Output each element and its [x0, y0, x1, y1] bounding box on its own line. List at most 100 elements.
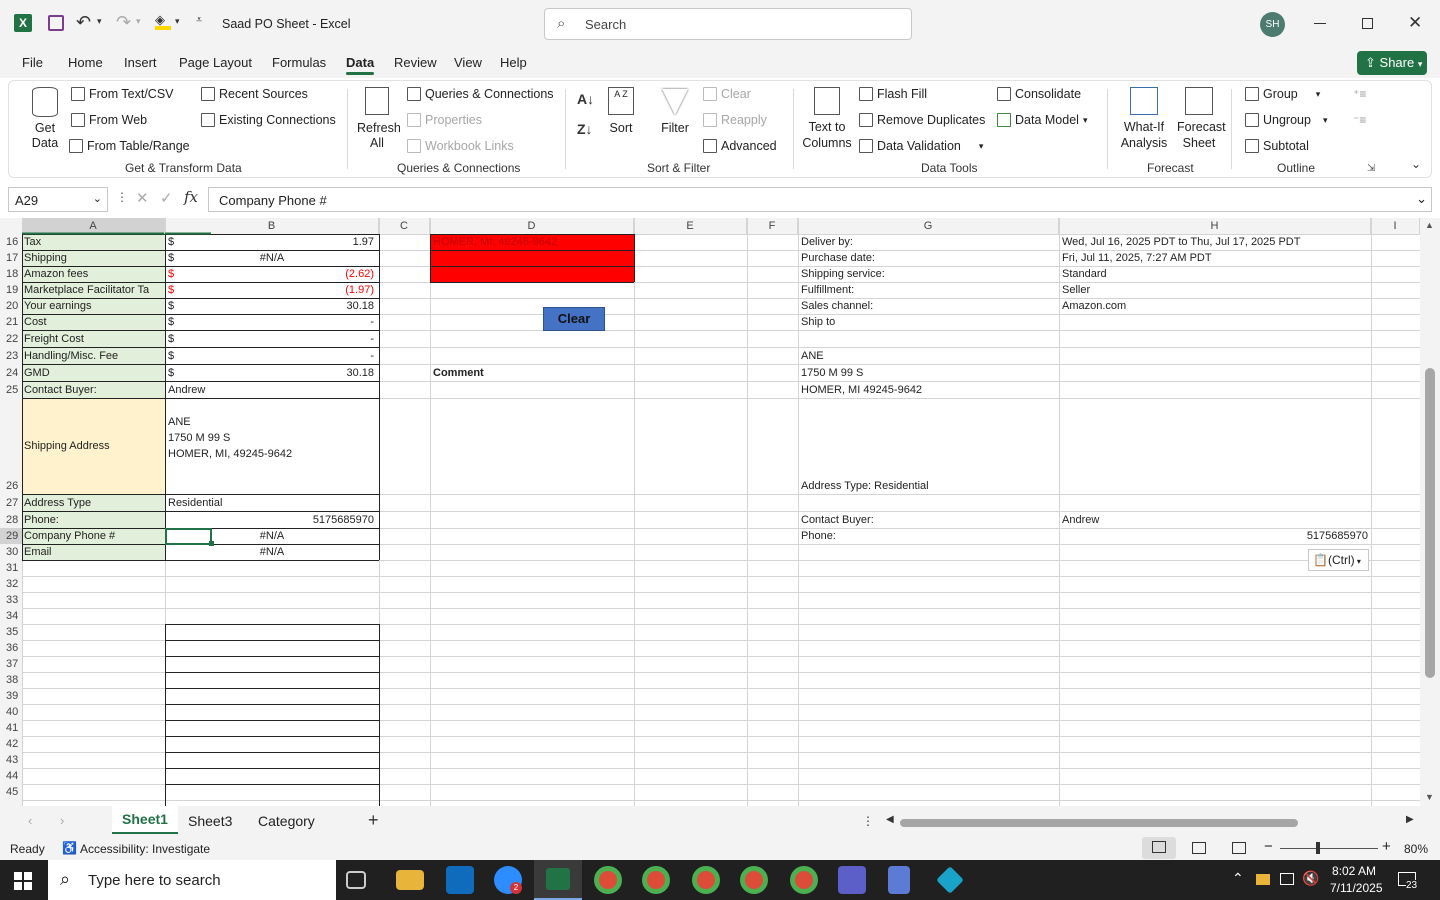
column-header-e[interactable]: E	[634, 218, 747, 234]
label-cell[interactable]: Handling/Misc. Fee	[22, 348, 165, 364]
flash-fill-button[interactable]: Flash Fill	[859, 87, 927, 101]
worksheet-grid[interactable]: ABCDEFGHI 16 17 18 19 20 21 22 23 24 25 26 27 28 29 30…	[0, 218, 1440, 806]
value-cell[interactable]: #N/A	[166, 528, 378, 544]
zoom-slider-thumb[interactable]	[1316, 842, 1320, 854]
detail-label[interactable]: Phone:	[799, 528, 1057, 544]
name-box[interactable]: A29 ⌄	[8, 187, 108, 212]
accessibility-status[interactable]: Accessibility: Investigate	[80, 842, 210, 856]
chrome-icon[interactable]	[692, 866, 720, 894]
workbook-links-button[interactable]: Workbook Links	[407, 139, 514, 153]
vertical-scrollbar[interactable]: ▲ ▼	[1420, 218, 1440, 806]
clock-time[interactable]: 8:02 AM	[1332, 864, 1376, 878]
prev-sheet-icon[interactable]: ‹	[28, 813, 32, 828]
column-header-g[interactable]: G	[798, 218, 1059, 234]
tab-view[interactable]: View	[454, 55, 482, 70]
detail-value[interactable]: 1750 M 99 S	[799, 365, 1057, 381]
row-header[interactable]: 30	[0, 546, 22, 560]
horizontal-scrollbar[interactable]	[900, 819, 1404, 827]
redo-dropdown-icon[interactable]: ▾	[136, 16, 141, 27]
recent-sources-button[interactable]: Recent Sources	[201, 87, 308, 101]
existing-connections-button[interactable]: Existing Connections	[201, 113, 336, 127]
detail-value[interactable]: Fri, Jul 11, 2025, 7:27 AM PDT	[1060, 250, 1370, 266]
detail-value[interactable]: Seller	[1060, 282, 1370, 298]
detail-value[interactable]: Andrew	[1060, 512, 1370, 528]
value-cell[interactable]: 1.97	[200, 234, 376, 250]
value-cell[interactable]: #N/A	[166, 544, 378, 560]
detail-value[interactable]: 5175685970	[1060, 528, 1370, 544]
row-header[interactable]: 39	[0, 690, 22, 704]
row-header[interactable]: 20	[0, 300, 22, 314]
address-line[interactable]: 1750 M 99 S	[166, 430, 378, 446]
value-cell[interactable]: 30.18	[200, 365, 376, 381]
minimize-icon[interactable]	[1314, 23, 1326, 24]
row-header[interactable]: 16	[0, 236, 22, 250]
app-icon[interactable]	[936, 866, 964, 894]
value-cell[interactable]: (1.97)	[200, 282, 376, 298]
value-cell[interactable]: -	[200, 314, 376, 330]
redo-icon[interactable]: ↷	[116, 12, 131, 33]
row-header[interactable]: 22	[0, 333, 22, 347]
label-cell[interactable]: Contact Buyer:	[22, 382, 165, 398]
text-to-columns-button[interactable]: Text to Columns	[801, 87, 853, 151]
column-header-i[interactable]: I	[1371, 218, 1420, 234]
label-cell[interactable]: Company Phone #	[22, 528, 165, 544]
page-layout-view-icon[interactable]	[1192, 842, 1206, 854]
ungroup-button[interactable]: Ungroup ▾	[1245, 113, 1327, 127]
row-header[interactable]: 19	[0, 284, 22, 298]
detail-value[interactable]: Address Type: Residential	[799, 478, 1057, 494]
share-button[interactable]: ⇪ Share ▾	[1357, 51, 1427, 75]
task-view-icon[interactable]	[346, 871, 366, 889]
customize-qat-icon[interactable]: ⩡	[196, 14, 202, 27]
detail-value[interactable]: ANE	[799, 348, 1057, 364]
value-cell[interactable]: (2.62)	[200, 266, 376, 282]
reapply-button[interactable]: Reapply	[703, 113, 767, 127]
label-cell[interactable]: Marketplace Facilitator Ta	[22, 282, 165, 298]
sort-descending-icon[interactable]: Z↓	[577, 121, 593, 137]
what-if-button[interactable]: What-If Analysis	[1117, 87, 1171, 151]
tab-file[interactable]: File	[22, 55, 43, 70]
row-header[interactable]: 36	[0, 642, 22, 656]
scroll-thumb[interactable]	[1425, 368, 1435, 678]
label-cell[interactable]: Phone:	[22, 512, 165, 528]
chevron-up-icon[interactable]: ⌃	[1232, 870, 1244, 887]
label-cell[interactable]: Shipping	[22, 250, 165, 266]
chrome-icon[interactable]	[594, 866, 622, 894]
label-cell[interactable]: GMD	[22, 365, 165, 381]
avatar[interactable]: SH	[1260, 12, 1285, 37]
undo-icon[interactable]: ↶	[76, 12, 91, 33]
from-web-button[interactable]: From Web	[71, 113, 147, 127]
value-cell[interactable]: Andrew	[166, 382, 378, 398]
row-header[interactable]: 26	[0, 480, 22, 494]
expand-formula-icon[interactable]: ⌄	[1416, 191, 1427, 207]
properties-button[interactable]: Properties	[407, 113, 482, 127]
row-header[interactable]: 23	[0, 350, 22, 364]
value-cell[interactable]: 30.18	[200, 298, 376, 314]
detail-label[interactable]: Fulfillment:	[799, 282, 1057, 298]
row-header[interactable]: 34	[0, 610, 22, 624]
column-header-b[interactable]: B	[165, 218, 379, 234]
network-icon[interactable]	[1280, 873, 1294, 885]
consolidate-button[interactable]: Consolidate	[997, 87, 1081, 101]
column-header-f[interactable]: F	[747, 218, 798, 234]
windows-start-icon[interactable]	[14, 872, 32, 890]
row-header[interactable]: 18	[0, 268, 22, 282]
row-header[interactable]: 44	[0, 770, 22, 784]
row-header[interactable]: 21	[0, 316, 22, 330]
sheet-tab-category[interactable]: Category	[258, 813, 315, 829]
row-header[interactable]: 29	[0, 530, 22, 544]
clear-filter-button[interactable]: Clear	[703, 87, 751, 101]
comment-label[interactable]: Comment	[431, 365, 631, 381]
hide-detail-icon[interactable]: ⁻≡	[1353, 113, 1366, 127]
tab-page-layout[interactable]: Page Layout	[179, 55, 252, 70]
refresh-all-button[interactable]: Refresh All	[357, 87, 401, 151]
filter-button[interactable]: Filter	[659, 87, 691, 135]
horizontal-scroll-thumb[interactable]	[900, 819, 1298, 827]
label-cell[interactable]: Your earnings	[22, 298, 165, 314]
calculator-icon[interactable]	[888, 866, 910, 894]
restore-icon[interactable]	[1362, 18, 1373, 29]
scroll-right-icon[interactable]: ▶	[1406, 814, 1414, 825]
file-explorer-icon[interactable]	[396, 870, 424, 890]
row-header[interactable]: 45	[0, 786, 22, 800]
forecast-sheet-button[interactable]: Forecast Sheet	[1177, 87, 1226, 151]
row-header[interactable]: 24	[0, 367, 22, 381]
